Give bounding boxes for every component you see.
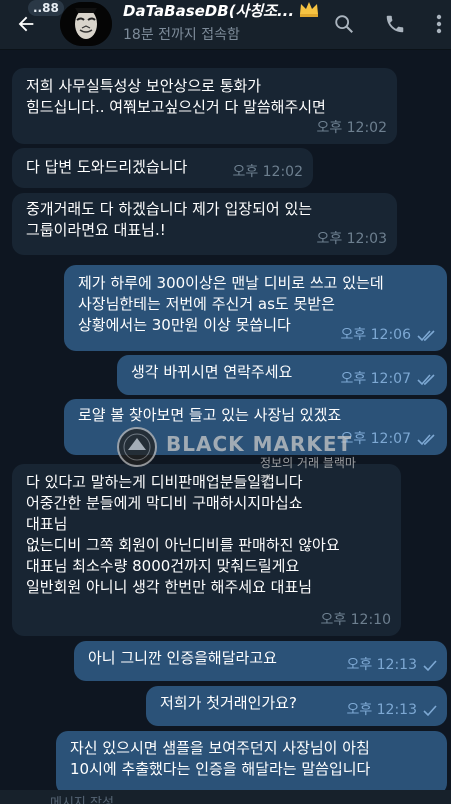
check-sent-icon bbox=[423, 659, 437, 671]
message-bubble-incoming[interactable]: 중개거래도 다 하겠습니다 제가 입장되어 있는 그룹이라면요 대표님.! 오후… bbox=[12, 193, 397, 255]
watermark-subtitle: 정보의 거래 블랙마켓 bbox=[260, 456, 356, 487]
watermark: BLACK MARKET 정보의 거래 블랙마켓 bbox=[110, 422, 360, 487]
message-text: 자신 있으시면 샘플을 보여주던지 사장님이 아침 10시에 추출했다는 인증을… bbox=[70, 739, 371, 778]
message-bubble-incoming[interactable]: 다 있다고 말하는게 디비판매업분들일겁니다 어중간한 분들에게 막디비 구매하… bbox=[12, 464, 401, 636]
message-text: 저희 사무실특성상 보안상으로 통화가 힘드십니다.. 여쭤보고싶으신거 다 말… bbox=[26, 77, 326, 116]
check-sent-icon bbox=[423, 704, 437, 716]
unread-count-badge: ..88 bbox=[28, 0, 64, 16]
more-vert-icon bbox=[436, 14, 442, 34]
black-market-logo-icon bbox=[117, 427, 157, 467]
message-time: 오후 12:13 bbox=[346, 702, 417, 718]
search-icon bbox=[335, 15, 353, 33]
double-check-read-icon bbox=[417, 433, 435, 445]
message-time: 오후 12:03 bbox=[316, 231, 387, 247]
message-bubble-outgoing[interactable]: 자신 있으시면 샘플을 보여주던지 사장님이 아침 10시에 추출했다는 인증을… bbox=[56, 731, 447, 790]
message-time: 오후 12:10 bbox=[320, 612, 391, 628]
message-time: 오후 12:02 bbox=[316, 120, 387, 136]
crown-icon bbox=[298, 0, 320, 23]
message-bubble-incoming[interactable]: 저희 사무실특성상 보안상으로 통화가 힘드십니다.. 여쭤보고싶으신거 다 말… bbox=[12, 68, 397, 144]
message-time: 오후 12:07 bbox=[340, 371, 411, 387]
watermark-title: BLACK MARKET bbox=[166, 432, 353, 456]
double-check-read-icon bbox=[417, 329, 435, 341]
message-bubble-outgoing[interactable]: 생각 바뀌시면 연락주세요 오후 12:07 bbox=[117, 355, 447, 395]
message-time: 오후 12:02 bbox=[232, 164, 303, 180]
message-list[interactable]: 저희 사무실특성상 보안상으로 통화가 힘드십니다.. 여쭤보고싶으신거 다 말… bbox=[0, 50, 451, 790]
message-bubble-outgoing[interactable]: 저희가 첫거래인가요? 오후 12:13 bbox=[146, 686, 447, 726]
search-button[interactable] bbox=[332, 12, 356, 36]
last-seen-status: 18분 전까지 접속함 bbox=[123, 27, 240, 43]
chat-header: ..88 DaTaBaseDB(사칭조... 18분 전까지 접속함 bbox=[0, 0, 451, 50]
double-check-read-icon bbox=[417, 373, 435, 385]
back-arrow-icon bbox=[18, 16, 34, 32]
message-bubble-outgoing[interactable]: 아니 그니깐 인증을해달라고요 오후 12:13 bbox=[74, 641, 447, 681]
message-time: 오후 12:06 bbox=[340, 327, 411, 343]
message-input-bar: 메시지 작성... bbox=[0, 790, 451, 804]
message-text: 다 있다고 말하는게 디비판매업분들일겁니다 어중간한 분들에게 막디비 구매하… bbox=[26, 473, 340, 596]
message-time: 오후 12:13 bbox=[346, 657, 417, 673]
message-bubble-outgoing[interactable]: 제가 하루에 300이상은 맨날 디비로 쓰고 있는데 사장님한테는 저번에 주… bbox=[64, 265, 447, 351]
call-button[interactable] bbox=[383, 12, 407, 36]
message-bubble-incoming[interactable]: 다 답변 도와드리겠습니다 오후 12:02 bbox=[12, 148, 313, 188]
avatar[interactable] bbox=[60, 2, 112, 46]
message-input[interactable]: 메시지 작성... bbox=[50, 792, 126, 804]
chat-title[interactable]: DaTaBaseDB(사칭조... bbox=[123, 0, 294, 21]
more-options-button[interactable] bbox=[427, 12, 451, 36]
mask-avatar-icon bbox=[60, 2, 112, 46]
phone-icon bbox=[386, 15, 404, 33]
